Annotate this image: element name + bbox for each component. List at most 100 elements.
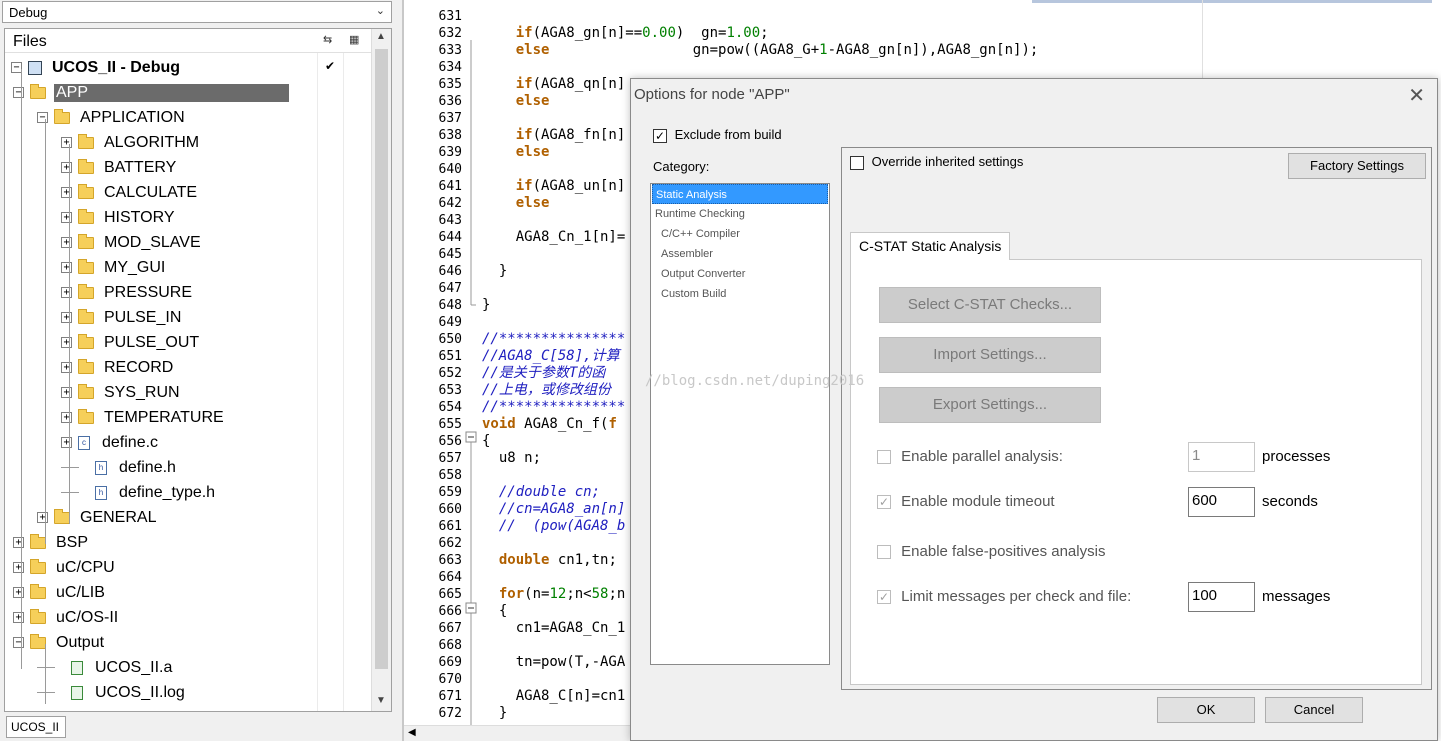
tab-cstat-static-analysis[interactable]: C-STAT Static Analysis — [850, 232, 1011, 260]
category-item[interactable]: Static Analysis — [652, 184, 828, 204]
enable-module-timeout-checkbox[interactable]: ✓ Enable module timeout — [877, 493, 1055, 510]
tree-item[interactable]: + PRESSURE — [61, 280, 194, 305]
cancel-button[interactable]: Cancel — [1265, 697, 1363, 723]
checkbox-checked-icon[interactable]: ✓ — [653, 128, 667, 143]
exclude-from-build-checkbox[interactable]: ✓ Exclude from build — [653, 127, 782, 143]
collapse-icon[interactable]: − — [13, 637, 24, 648]
expand-icon[interactable]: + — [61, 137, 72, 148]
project-root[interactable]: − UCOS_II - Debug — [11, 55, 180, 80]
scroll-left-icon[interactable]: ◀ — [408, 727, 416, 738]
expand-icon[interactable]: + — [13, 537, 24, 548]
tree-item[interactable]: UCOS_II.log — [37, 680, 187, 705]
close-icon[interactable]: ✕ — [1408, 83, 1425, 108]
tree-item[interactable]: + MY_GUI — [61, 255, 167, 280]
tree-item[interactable]: UCOS_II.a — [37, 655, 174, 680]
tree-item[interactable]: + c define.c — [61, 430, 160, 455]
editor-horizontal-scrollbar[interactable]: ◀ — [404, 725, 634, 741]
ok-button[interactable]: OK — [1157, 697, 1255, 723]
tree-item[interactable]: h define.h — [61, 455, 178, 480]
tree-item[interactable]: + HISTORY — [61, 205, 177, 230]
tree-item[interactable]: + PULSE_OUT — [61, 330, 201, 355]
tree-item[interactable]: + TEMPERATURE — [61, 405, 226, 430]
expand-icon[interactable]: + — [61, 312, 72, 323]
expand-icon[interactable]: + — [61, 412, 72, 423]
tree-item[interactable]: + uC/LIB — [13, 580, 107, 605]
tree-item[interactable]: − APPLICATION — [37, 105, 187, 130]
category-item[interactable]: Custom Build — [652, 284, 828, 304]
expand-icon[interactable]: + — [61, 437, 72, 448]
tree-scrollbar[interactable]: ▲ ▼ — [371, 29, 391, 711]
expand-icon[interactable]: + — [61, 212, 72, 223]
expand-icon[interactable]: + — [61, 237, 72, 248]
tree-item[interactable]: + BATTERY — [61, 155, 178, 180]
scrollbar-thumb[interactable] — [375, 49, 388, 669]
messages-unit: messages — [1262, 588, 1331, 605]
expand-icon[interactable]: + — [61, 262, 72, 273]
category-item[interactable]: Assembler — [652, 244, 828, 264]
category-item[interactable]: Runtime Checking — [652, 204, 828, 224]
expand-icon[interactable]: + — [61, 387, 72, 398]
checkbox-checked-icon[interactable]: ✓ — [877, 495, 891, 510]
grid-icon[interactable]: ▦ — [349, 33, 359, 46]
select-cstat-checks-button[interactable]: Select C-STAT Checks... — [879, 287, 1101, 323]
code-line[interactable]: if(AGA8_gn[n]==0.00) gn=1.00; — [482, 25, 1422, 42]
checkbox-unchecked-icon[interactable] — [850, 155, 864, 170]
tree-item-label: TEMPERATURE — [104, 408, 224, 426]
import-settings-button[interactable]: Import Settings... — [879, 337, 1101, 373]
category-item[interactable]: C/C++ Compiler — [652, 224, 828, 244]
files-column-header[interactable]: Files — [13, 33, 47, 51]
expand-icon[interactable]: + — [13, 562, 24, 573]
limit-messages-input[interactable]: 100 — [1188, 582, 1255, 612]
tree-item[interactable]: + MOD_SLAVE — [61, 230, 203, 255]
category-list[interactable]: Static Analysis Runtime Checking C/C++ Com… — [650, 183, 830, 665]
tree-item[interactable]: + ALGORITHM — [61, 130, 201, 155]
tree-item[interactable]: h define_type.h — [61, 480, 217, 505]
line-number: 666 — [438, 604, 462, 619]
code-line[interactable]: else gn=pow((AGA8_G+1-AGA8_gn[n]),AGA8_g… — [482, 42, 1422, 59]
timeout-seconds-input[interactable]: 600 — [1188, 487, 1255, 517]
expand-icon[interactable]: + — [37, 512, 48, 523]
tree-item[interactable]: + uC/OS-II — [13, 605, 120, 630]
folder-icon — [78, 258, 94, 274]
tree-item[interactable]: + BSP — [13, 530, 90, 555]
scroll-up-icon[interactable]: ▲ — [376, 31, 386, 42]
tree-item[interactable]: + SYS_RUN — [61, 380, 182, 405]
code-token: //上电，或修改组份 — [482, 382, 611, 398]
limit-messages-checkbox[interactable]: ✓ Limit messages per check and file: — [877, 588, 1131, 605]
override-inherited-checkbox[interactable]: Override inherited settings — [850, 154, 1023, 170]
expand-icon[interactable]: + — [61, 162, 72, 173]
code-line[interactable] — [482, 59, 1422, 76]
expand-icon[interactable]: + — [13, 587, 24, 598]
code-token: ; — [760, 25, 769, 41]
configuration-dropdown[interactable]: Debug ⌄ — [2, 1, 392, 23]
checkbox-unchecked-icon[interactable] — [877, 545, 891, 560]
export-settings-button[interactable]: Export Settings... — [879, 387, 1101, 423]
code-token: for — [498, 586, 525, 602]
tree-item[interactable]: + CALCULATE — [61, 180, 199, 205]
checkbox-unchecked-icon[interactable] — [877, 450, 891, 465]
checkbox-checked-icon[interactable]: ✓ — [877, 590, 891, 605]
processes-input[interactable]: 1 — [1188, 442, 1255, 472]
collapse-icon[interactable]: − — [13, 87, 24, 98]
enable-parallel-analysis-checkbox[interactable]: Enable parallel analysis: — [877, 448, 1063, 465]
tree-item[interactable]: + GENERAL — [37, 505, 158, 530]
expand-icon[interactable]: + — [61, 337, 72, 348]
sort-icon[interactable]: ⇆ — [323, 33, 332, 46]
factory-settings-button[interactable]: Factory Settings — [1288, 153, 1426, 179]
chevron-down-icon[interactable]: ⌄ — [376, 4, 385, 17]
category-item[interactable]: Output Converter — [652, 264, 828, 284]
enable-false-positives-checkbox[interactable]: Enable false-positives analysis — [877, 543, 1105, 560]
collapse-icon[interactable]: − — [37, 112, 48, 123]
tree-item[interactable]: − APP — [13, 80, 289, 105]
workspace-tab[interactable]: UCOS_II — [6, 716, 66, 738]
tree-item[interactable]: + uC/CPU — [13, 555, 117, 580]
code-line[interactable] — [482, 8, 1422, 25]
tree-item[interactable]: + RECORD — [61, 355, 175, 380]
scroll-down-icon[interactable]: ▼ — [376, 695, 386, 706]
expand-icon[interactable]: + — [61, 187, 72, 198]
tree-item[interactable]: + PULSE_IN — [61, 305, 183, 330]
expand-icon[interactable]: + — [13, 612, 24, 623]
tree-item[interactable]: − Output — [13, 630, 106, 655]
expand-icon[interactable]: + — [61, 287, 72, 298]
expand-icon[interactable]: + — [61, 362, 72, 373]
